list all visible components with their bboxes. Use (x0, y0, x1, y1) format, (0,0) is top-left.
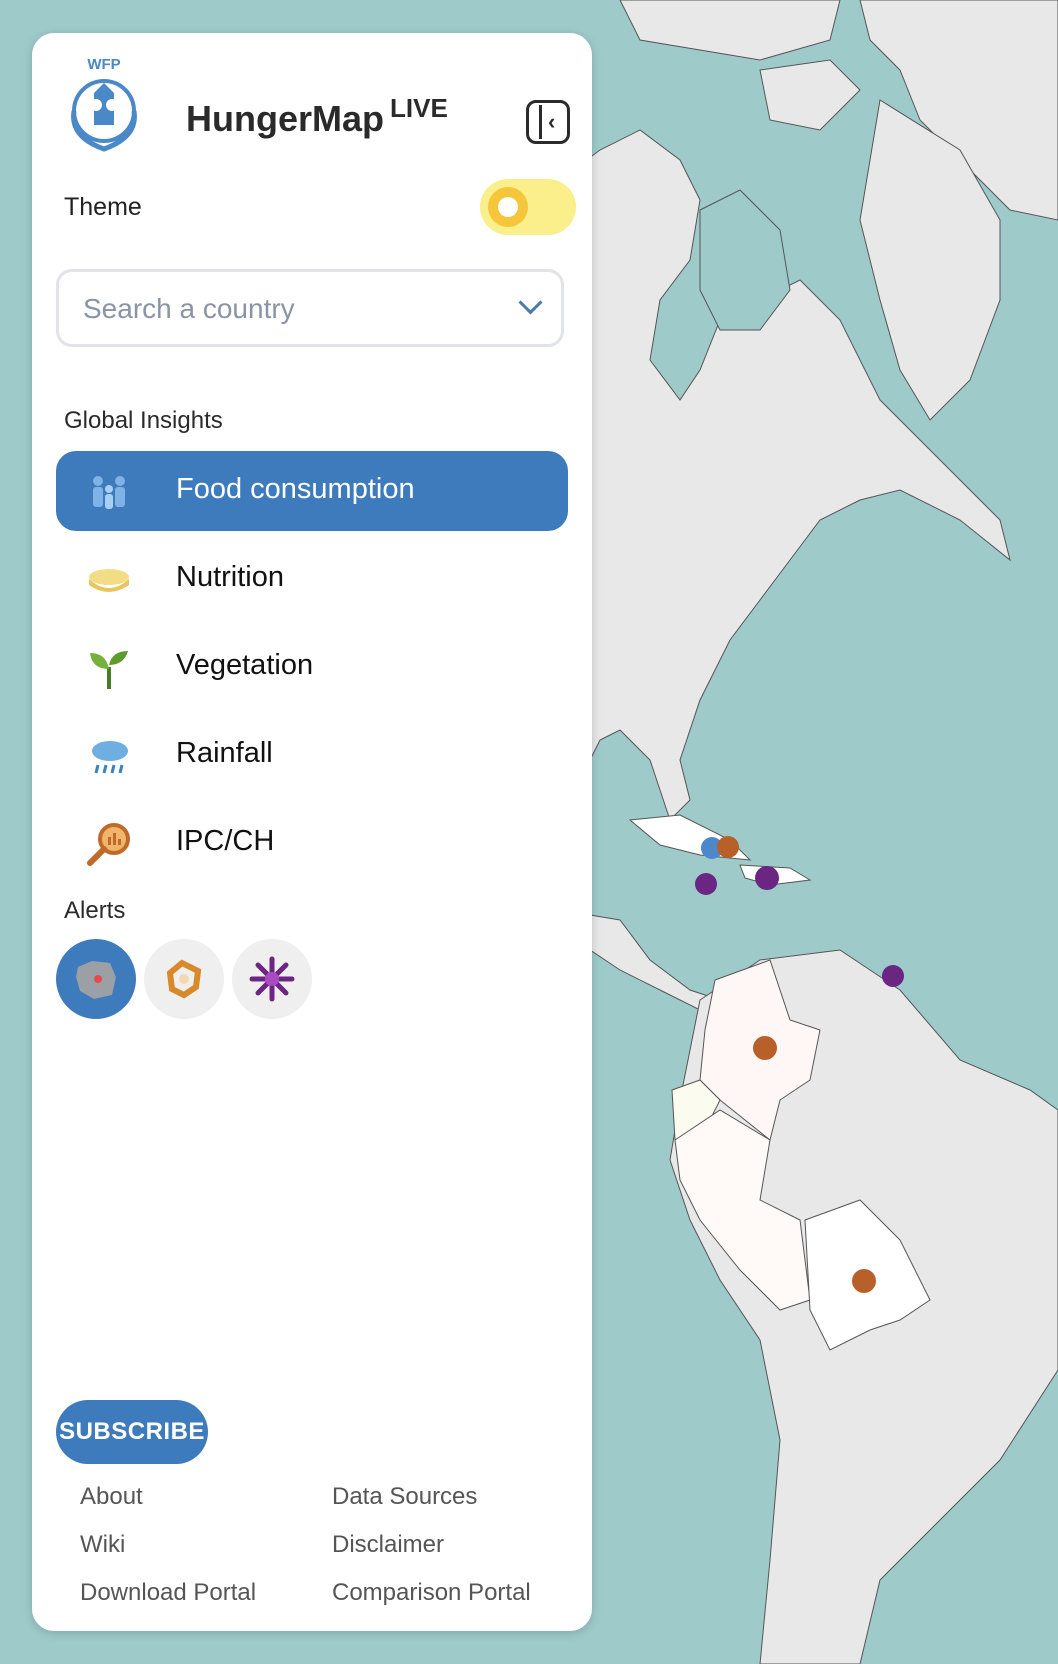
app-title: HungerMap LIVE (186, 93, 448, 139)
sidebar-panel-icon (539, 105, 542, 139)
chevron-left-icon: ‹ (548, 109, 556, 134)
svg-text:WFP: WFP (87, 56, 120, 73)
theme-toggle[interactable] (480, 179, 576, 235)
footer-link-data-sources[interactable]: Data Sources (332, 1483, 477, 1511)
menu-item-nutrition[interactable]: Nutrition (56, 539, 568, 619)
alerts-label: Alerts (64, 897, 126, 924)
wfp-logo: WFP (71, 56, 137, 152)
subscribe-button[interactable]: SUBSCRIBE (56, 1400, 208, 1464)
footer-link-wiki[interactable]: Wiki (80, 1531, 125, 1559)
theme-label: Theme (64, 193, 142, 221)
app-title-suffix: LIVE (390, 93, 448, 123)
menu-item-rainfall[interactable]: Rainfall (56, 715, 568, 795)
nutrition-icon (89, 569, 129, 592)
footer-link-disclaimer[interactable]: Disclaimer (332, 1531, 444, 1559)
alert-marker-purple[interactable] (695, 873, 717, 895)
menu-item-label: Vegetation (176, 649, 314, 681)
alert-marker-purple[interactable] (755, 866, 779, 890)
menu-item-label: Rainfall (176, 737, 273, 769)
country-search[interactable] (56, 269, 564, 347)
ipc-ch-icon (87, 823, 130, 866)
menu-item-ipc-ch[interactable]: IPC/CH (56, 803, 568, 883)
alert-marker-orange[interactable] (717, 836, 739, 858)
menu-item-label: Nutrition (176, 561, 284, 593)
country-search-input[interactable] (81, 284, 505, 334)
alert-marker-purple[interactable] (882, 965, 904, 987)
vegetation-icon (90, 651, 128, 689)
conflict-alert-icon (166, 959, 202, 999)
alert-toggle-hazard[interactable] (232, 939, 312, 1019)
alert-toggle-conflict[interactable] (144, 939, 224, 1019)
rainfall-icon (92, 741, 128, 774)
menu-item-label: IPC/CH (176, 825, 275, 857)
sidebar-panel: WFP HungerMapLIVE ‹ Theme Global Insight… (32, 33, 592, 1631)
chevron-down-icon[interactable] (518, 290, 543, 315)
menu-item-label: Food consumption (176, 473, 415, 505)
sidebar-header: WFP HungerMap LIVE ‹ (56, 53, 576, 163)
hunger-alert-icon (76, 961, 116, 999)
alert-marker-orange[interactable] (852, 1269, 876, 1293)
global-insights-label: Global Insights (64, 407, 223, 434)
footer-link-download-portal[interactable]: Download Portal (80, 1579, 256, 1607)
food-consumption-icon (93, 476, 125, 509)
menu-item-food-consumption[interactable]: Food consumption (56, 451, 568, 531)
footer-link-comparison-portal[interactable]: Comparison Portal (332, 1579, 531, 1607)
sun-icon (488, 187, 528, 227)
alert-marker-orange[interactable] (753, 1036, 777, 1060)
collapse-sidebar-button[interactable]: ‹ (526, 100, 570, 144)
alert-toggle-hunger[interactable] (56, 939, 136, 1019)
footer-link-about[interactable]: About (80, 1483, 143, 1511)
menu-item-vegetation[interactable]: Vegetation (56, 627, 568, 707)
hazard-alert-icon (249, 956, 295, 1002)
